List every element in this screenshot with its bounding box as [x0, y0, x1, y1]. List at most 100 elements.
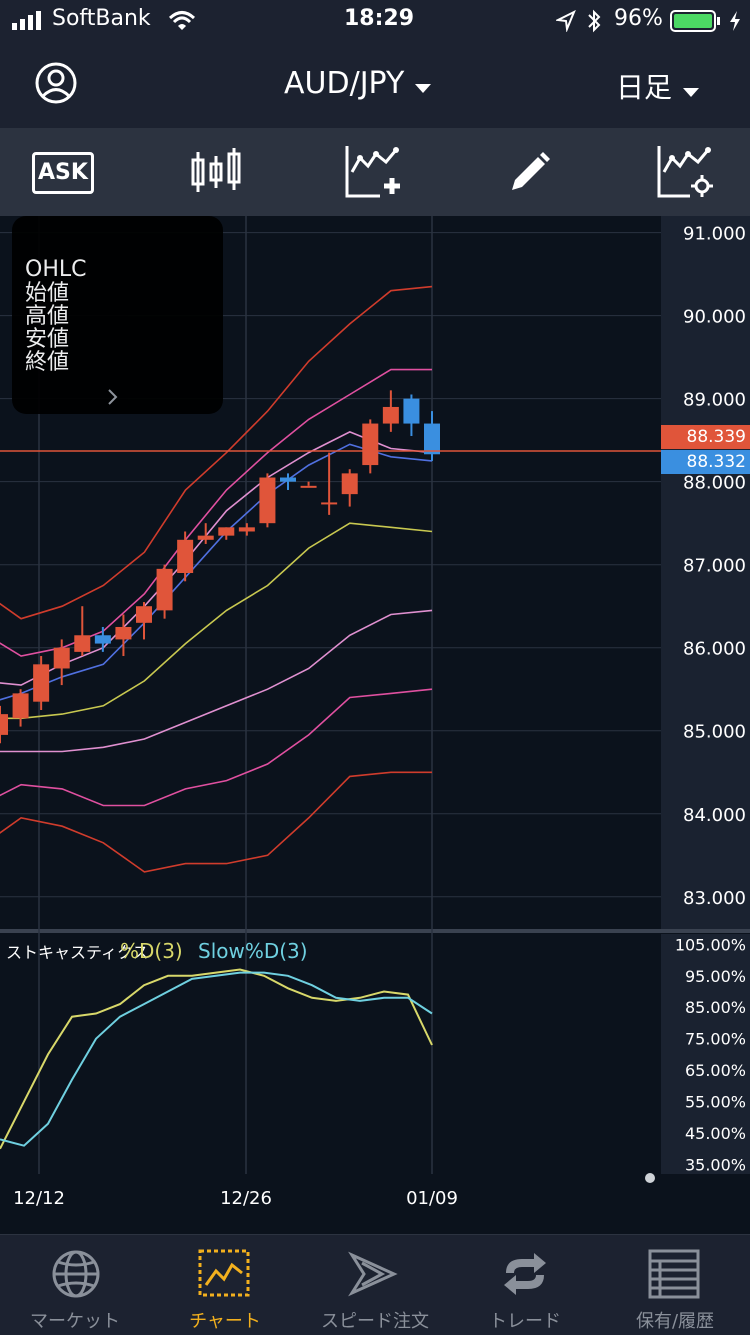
tab-holdings-history[interactable]: 保有/履歴: [600, 1235, 750, 1335]
indicator-settings-icon[interactable]: [656, 144, 716, 200]
ohlc-high-label: 高値: [25, 304, 70, 329]
stoch-slow-line: [0, 971, 433, 1147]
draw-pencil-icon[interactable]: [506, 150, 552, 196]
candle-body: [94, 635, 111, 644]
tab-market-label: マーケット: [30, 1311, 120, 1332]
signal-icon: [12, 11, 41, 30]
stoch-tick-label: 55.00%: [685, 1093, 746, 1112]
location-icon: [556, 10, 576, 32]
ohlc-panel[interactable]: OHLC 始値 高値 安値 終値: [12, 216, 223, 414]
scroll-indicator-dot[interactable]: [645, 1173, 655, 1183]
add-indicator-icon[interactable]: [344, 144, 404, 200]
stoch-slow-legend: Slow%D(3): [198, 939, 308, 963]
price-tick-label: 88.000: [683, 473, 746, 494]
stoch-tick-label: 95.00%: [685, 967, 746, 986]
pair-label: AUD/JPY: [284, 66, 405, 101]
candle-body: [300, 485, 317, 488]
clock: 18:29: [344, 6, 415, 31]
list-icon: [648, 1249, 700, 1299]
price-tick-label: 87.000: [683, 556, 746, 577]
refresh-arrows-icon: [504, 1253, 546, 1295]
stoch-tick-label: 85.00%: [685, 998, 746, 1017]
tab-trade[interactable]: トレード: [450, 1235, 600, 1335]
price-tick-label: 84.000: [683, 805, 746, 826]
candle-body: [403, 398, 420, 424]
candle-body: [74, 635, 91, 652]
candle-body: [321, 502, 338, 505]
tab-market[interactable]: マーケット: [0, 1235, 150, 1335]
tab-chart-label: チャート: [189, 1311, 261, 1332]
price-tick-label: 89.000: [683, 390, 746, 411]
candle-body: [382, 406, 399, 424]
ask-price-tag: 88.339: [661, 425, 750, 449]
stoch-tick-label: 105.00%: [675, 935, 746, 954]
date-tick-label: 01/09: [406, 1188, 458, 1209]
candlestick-type-icon[interactable]: [190, 146, 242, 198]
chevron-down-icon: [683, 87, 700, 97]
bid-price-tag: 88.332: [661, 450, 750, 474]
candle-body: [136, 606, 152, 623]
ask-label: ASK: [38, 160, 88, 185]
carrier-name: SoftBank: [52, 6, 151, 31]
tab-speed-order[interactable]: スピード注文: [300, 1235, 450, 1335]
price-tick-label: 83.000: [683, 888, 746, 909]
candle-body: [0, 714, 8, 735]
ohlc-low-label: 安値: [25, 327, 70, 352]
timeframe-selector[interactable]: 日足: [616, 66, 700, 106]
ohlc-open-label: 始値: [25, 281, 70, 306]
stoch-tick-label: 35.00%: [685, 1156, 746, 1175]
stoch-tick-label: 45.00%: [685, 1124, 746, 1143]
battery-icon: [670, 10, 720, 32]
candle-body: [53, 647, 70, 669]
candle-body: [218, 527, 235, 536]
band-line: [0, 771, 432, 873]
candle-body: [156, 568, 173, 611]
candle-body: [341, 473, 358, 495]
globe-icon: [52, 1250, 100, 1298]
candle-body: [12, 693, 29, 719]
chevron-right-icon[interactable]: [106, 388, 120, 406]
band-line: [0, 522, 433, 720]
candle-body: [197, 535, 214, 540]
price-tick-label: 90.000: [683, 307, 746, 328]
candle-body: [280, 477, 296, 482]
stoch-d-legend: %D(3): [120, 939, 183, 963]
battery-percent: 96%: [614, 6, 663, 31]
ohlc-title: OHLC: [25, 257, 87, 282]
stoch-tick-label: 75.00%: [685, 1030, 746, 1049]
bluetooth-icon: [588, 9, 601, 33]
tab-trade-label: トレード: [489, 1311, 561, 1332]
wifi-icon: [168, 11, 196, 30]
chart-icon: [198, 1249, 250, 1297]
charging-icon: [730, 11, 740, 31]
candle-body: [177, 539, 194, 573]
candle-body: [362, 423, 379, 466]
candle-body: [259, 477, 276, 524]
candle-body: [115, 626, 132, 640]
band-line: [0, 688, 433, 807]
timeframe-label: 日足: [616, 71, 673, 104]
price-tick-label: 86.000: [683, 639, 746, 660]
status-bar: SoftBank 18:29 96%: [0, 0, 750, 44]
speed-arrow-icon: [348, 1251, 398, 1297]
ohlc-close-label: 終値: [25, 350, 70, 375]
account-icon[interactable]: [34, 61, 78, 105]
candle-body: [424, 423, 440, 455]
price-tick-label: 85.000: [683, 722, 746, 743]
chevron-down-icon: [415, 83, 432, 93]
price-tick-label: 91.000: [683, 224, 746, 245]
app-header: AUD/JPY 日足: [0, 44, 750, 128]
date-tick-label: 12/12: [13, 1188, 65, 1209]
tab-holdings-history-label: 保有/履歴: [635, 1311, 715, 1332]
candle-body: [33, 664, 50, 702]
chart-toolbar: ASK: [0, 128, 750, 216]
candle-body: [238, 527, 255, 532]
ask-toggle-button[interactable]: ASK: [32, 152, 94, 194]
pair-selector[interactable]: AUD/JPY: [284, 66, 432, 106]
stoch-d-line: [0, 968, 433, 1150]
chart-area[interactable]: 91.000 90.000 89.000 88.000 87.000 86.000 85.0…: [0, 216, 750, 1234]
tab-speed-order-label: スピード注文: [321, 1311, 429, 1332]
stoch-tick-label: 65.00%: [685, 1061, 746, 1080]
tab-chart[interactable]: チャート: [150, 1235, 300, 1335]
bottom-tab-bar: マーケット チャート スピード注文 トレード 保有/履歴: [0, 1234, 750, 1335]
